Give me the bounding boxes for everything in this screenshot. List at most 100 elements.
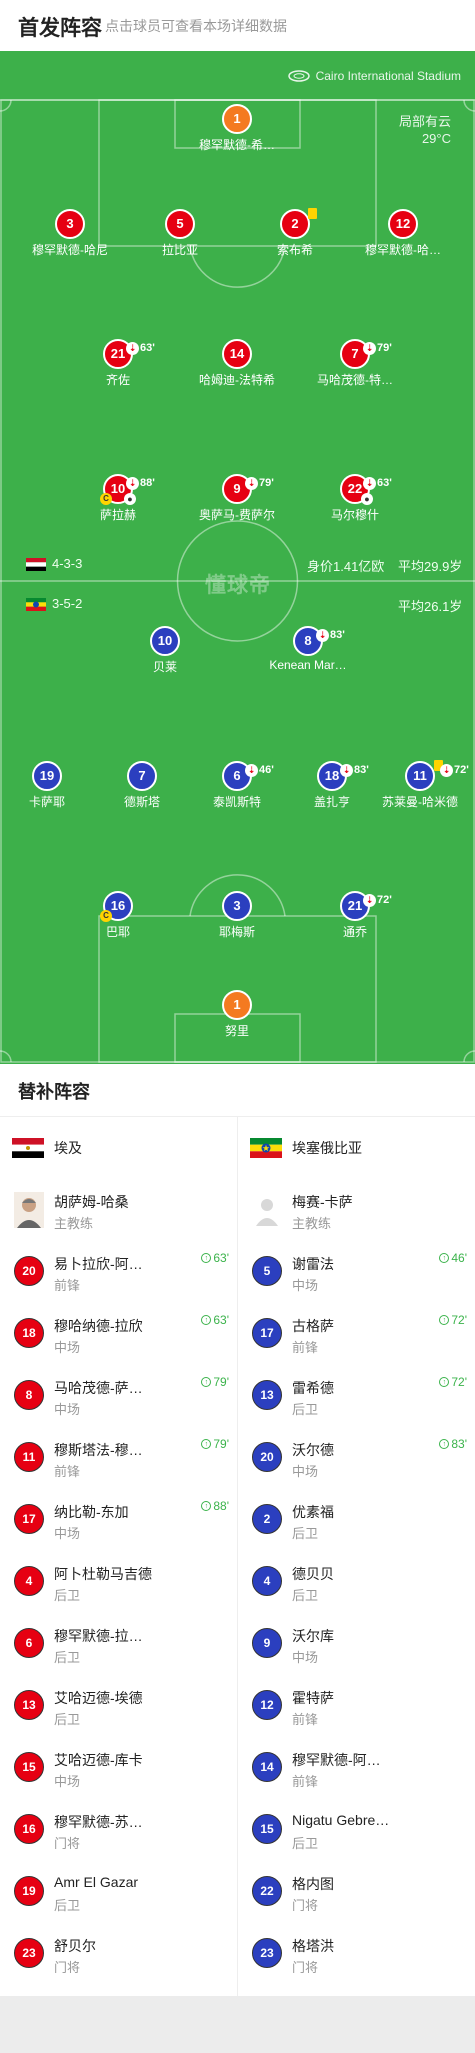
player-number: 22 <box>252 1876 282 1906</box>
sub-player-row[interactable]: 15 艾哈迈德-库卡 中场 <box>0 1737 237 1799</box>
sub-out-badge: ⇣ 79' <box>363 335 392 361</box>
home-player[interactable]: 12 穆罕默德-哈… <box>348 209 458 258</box>
sub-in-icon: ↑ <box>201 1377 212 1387</box>
sub-player-row[interactable]: 23 舒贝尔 门将 <box>0 1923 237 1985</box>
player-number: 3 <box>55 209 85 239</box>
player-position: 中场 <box>54 1774 81 1789</box>
sub-player-row[interactable]: 14 穆罕默德-阿… 前锋 <box>238 1737 475 1799</box>
home-coach[interactable]: 胡萨姆-哈桑 主教练 <box>0 1179 237 1241</box>
sub-in-icon: ↑ <box>201 1315 212 1325</box>
captain-icon: C <box>100 910 112 922</box>
player-number: 4 <box>14 1566 44 1596</box>
home-player[interactable]: 3 穆罕默德-哈尼 <box>15 209 125 258</box>
sub-player-row[interactable]: 6 穆罕默德-拉… 后卫 <box>0 1613 237 1675</box>
home-player[interactable]: 14 哈姆迪-法特希 <box>182 339 292 388</box>
sub-player-row[interactable]: 13 艾哈迈德-埃德 后卫 <box>0 1675 237 1737</box>
sub-player-row[interactable]: 13 雷希德 后卫 ↑ 72' <box>238 1365 475 1427</box>
home-formation: 4-3-3 <box>52 556 83 571</box>
home-player[interactable]: 7 ⇣ 79' 马哈茂德-特… <box>300 339 410 388</box>
sub-player-row[interactable]: 4 阿卜杜勒马吉德 后卫 <box>0 1551 237 1613</box>
coach-avatar <box>252 1192 282 1228</box>
player-number: 20 <box>14 1256 44 1286</box>
home-player[interactable]: 22 ⇣ 63' ● 马尔穆什 <box>300 474 410 523</box>
player-number: 11 ⇣ 72' <box>405 760 469 791</box>
away-player[interactable]: 1 努里 <box>182 990 292 1039</box>
sub-player-row[interactable]: 19 Amr El Gazar 后卫 <box>0 1861 237 1923</box>
player-number: 6 ⇣ 46' <box>222 761 274 791</box>
home-player[interactable]: 1 穆罕默德-希… <box>182 104 292 153</box>
player-name: 贝莱 <box>152 660 177 674</box>
player-number: 23 <box>252 1938 282 1968</box>
away-player[interactable]: 11 ⇣ 72' 苏莱曼-哈米德 <box>365 760 475 810</box>
sub-player-row[interactable]: 20 沃尔德 中场 ↑ 83' <box>238 1427 475 1489</box>
away-player[interactable]: 21 ⇣ 72' 通乔 <box>300 891 410 940</box>
player-position: 后卫 <box>292 1402 319 1417</box>
sub-player-row[interactable]: 20 易卜拉欣-阿… 前锋 ↑ 63' <box>0 1241 237 1303</box>
sub-player-row[interactable]: 5 谢雷法 中场 ↑ 46' <box>238 1241 475 1303</box>
player-number: 5 <box>252 1256 282 1286</box>
home-player[interactable]: 9 ⇣ 79' 奥萨马-费萨尔 <box>182 474 292 523</box>
player-number: 8 ⇣ 83' <box>293 626 345 656</box>
player-number: 21 ⇣ 72' <box>340 891 392 921</box>
player-position: 门将 <box>54 1836 81 1851</box>
player-name: 艾哈迈德-库卡 <box>54 1752 143 1768</box>
home-player[interactable]: 2 索布希 <box>240 208 350 258</box>
player-number: 19 <box>32 761 62 791</box>
egypt-flag-icon <box>12 1138 44 1158</box>
away-team-header: 埃塞俄比亚 <box>238 1117 475 1179</box>
goal-ball-icon: ● <box>124 493 136 505</box>
sub-in-badge: ↑ 83' <box>439 1437 467 1451</box>
player-name: 穆罕默德-苏… <box>54 1814 143 1830</box>
sub-player-row[interactable]: 2 优素福 后卫 <box>238 1489 475 1551</box>
away-player[interactable]: 10 贝莱 <box>110 626 220 675</box>
sub-player-row[interactable]: 17 古格萨 前锋 ↑ 72' <box>238 1303 475 1365</box>
sub-player-row[interactable]: 15 Nigatu Gebre… 后卫 <box>238 1799 475 1861</box>
away-player[interactable]: 6 ⇣ 46' 泰凯斯特 <box>182 761 292 810</box>
sub-in-badge: ↑ 72' <box>439 1375 467 1389</box>
player-position: 中场 <box>54 1340 81 1355</box>
player-name: 苏莱曼-哈米德 <box>382 795 458 809</box>
away-player[interactable]: 16 C 巴耶 <box>63 891 173 940</box>
away-player[interactable]: 8 ⇣ 83' Kenean Mar… <box>253 626 363 672</box>
home-team-name: 埃及 <box>54 1140 82 1156</box>
sub-player-row[interactable]: 22 格内图 门将 <box>238 1861 475 1923</box>
home-player[interactable]: 10 ⇣ 88' C ● 萨拉赫 <box>63 474 173 523</box>
home-player[interactable]: 5 拉比亚 <box>125 209 235 258</box>
coach-avatar <box>14 1192 44 1228</box>
away-player[interactable]: 7 德斯塔 <box>87 761 197 810</box>
player-name: 马尔穆什 <box>330 508 379 522</box>
sub-player-row[interactable]: 18 穆哈纳德-拉欣 中场 ↑ 63' <box>0 1303 237 1365</box>
sub-out-icon: ⇣ <box>126 476 139 490</box>
player-number: 4 <box>252 1566 282 1596</box>
player-name: 霍特萨 <box>292 1690 334 1706</box>
player-name: 古格萨 <box>292 1318 334 1334</box>
home-value: 身价1.41亿欧 <box>307 559 385 574</box>
yellow-card-icon <box>308 208 317 219</box>
player-name: 穆罕默德-阿… <box>292 1752 381 1768</box>
sub-player-row[interactable]: 4 德贝贝 后卫 <box>238 1551 475 1613</box>
away-player[interactable]: 3 耶梅斯 <box>182 891 292 940</box>
sub-player-row[interactable]: 12 霍特萨 前锋 <box>238 1675 475 1737</box>
away-coach[interactable]: 梅赛-卡萨 主教练 <box>238 1179 475 1241</box>
ethiopia-flag-icon <box>26 598 46 611</box>
sub-player-row[interactable]: 11 穆斯塔法-穆… 前锋 ↑ 79' <box>0 1427 237 1489</box>
player-number: 17 <box>252 1318 282 1348</box>
player-name: 耶梅斯 <box>218 925 255 939</box>
sub-player-row[interactable]: 17 纳比勒-东加 中场 ↑ 88' <box>0 1489 237 1551</box>
sub-player-row[interactable]: 23 格塔洪 门将 <box>238 1923 475 1985</box>
pitch: Cairo International Stadium 局部有云 29°C 懂球… <box>0 51 475 1064</box>
sub-player-row[interactable]: 9 沃尔库 中场 <box>238 1613 475 1675</box>
substitutes-section: 替补阵容 埃及 胡萨姆-哈桑 主教练 20 易卜拉欣-阿… 前锋 ↑ 63' 18 穆哈纳德… <box>0 1064 475 1996</box>
player-number: 15 <box>252 1814 282 1844</box>
sub-player-row[interactable]: 16 穆罕默德-苏… 门将 <box>0 1799 237 1861</box>
player-number: 7 ⇣ 79' <box>340 339 392 369</box>
player-number: 12 <box>388 209 418 239</box>
player-number: 14 <box>222 339 252 369</box>
ethiopia-flag-icon <box>250 1138 282 1158</box>
home-player[interactable]: 21 ⇣ 63' 齐佐 <box>63 339 173 388</box>
player-position: 中场 <box>54 1402 81 1417</box>
lineup-subtitle: 点击球员可查看本场详细数据 <box>105 18 287 34</box>
sub-player-row[interactable]: 8 马哈茂德-萨… 中场 ↑ 79' <box>0 1365 237 1427</box>
player-name: 穆罕默德-拉… <box>54 1628 143 1644</box>
player-position: 后卫 <box>54 1588 81 1603</box>
